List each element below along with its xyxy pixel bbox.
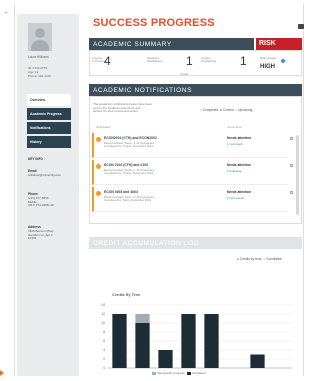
column-header-comments: Comments [227,125,242,129]
warning-icon [96,164,101,169]
avatar [28,23,52,51]
edit-icon[interactable] [290,137,293,140]
stat-value-notifications: 1 [186,54,193,68]
notifications-heading: ACADEMIC NOTIFICATIONS [89,84,302,96]
risk-label: Risk Indicator [260,56,277,60]
notification-details: Recommended: Smith, 2, 16 Completed Compl… [104,168,154,176]
legend-label-in-progress: Attempted/In progress [157,371,185,375]
page-title: SUCCESS PROGRESS [93,17,215,29]
sidebar-item-history[interactable]: History [27,136,71,148]
sidebar-item-academic-progress[interactable]: Academic Progress [27,108,71,120]
academic-summary-panel [89,50,302,76]
contact-phone: Phone (215) 477-8256 Mobile (267) 774-22… [28,192,54,208]
summary-details-link[interactable]: Details [180,72,189,76]
notification-comment-link[interactable]: 2 Comments [227,196,244,200]
notification-title[interactable]: ECON 2102 (CTH) and 2103 [104,163,148,167]
warning-icon [96,137,101,142]
filter-upcoming[interactable]: ○ Upcoming [235,108,252,112]
chart-legend: Attempted/In progress Completed [152,371,205,375]
corner-arrow-icon [0,370,4,376]
risk-value: HIGH [260,64,275,70]
risk-heading: RISK [256,38,302,50]
sidebar-item-notifications[interactable]: Notifications [27,122,71,134]
sidebar-item-overview[interactable]: Overview [27,94,71,106]
info-phone: Phone: 294-1106 [28,74,51,78]
legend-swatch-completed [186,371,191,375]
notification-details: Recommended: Steve, 4, 14 Completed Compl… [104,195,154,203]
legend-swatch-in-progress [152,371,156,375]
stat-value-credits: 1 [240,54,247,68]
notification-title[interactable]: ECON 4003 and 4004 [104,190,138,194]
notifications-scrollbar[interactable] [296,135,299,215]
column-header-notification: Notification [96,125,111,129]
notifications-intro: The academic notifications below have be… [93,102,153,114]
filter-completed[interactable]: ○ Completed [200,108,218,112]
contact-address: Address 3305 Benson Pkwy Hamilton Ln, Ap… [28,225,54,241]
key-info-label: KEY INFO [28,157,43,161]
print-icon[interactable] [298,24,304,29]
notification-details: Recommended: Steve, 4, 12 Completed Compl… [104,141,154,149]
notification-status: Needs attention [227,190,251,194]
edit-icon[interactable] [290,164,293,167]
credit-view-options: ● Credits by term ○ Cumulative [237,257,282,261]
option-cumulative[interactable]: ○ Cumulative [263,257,282,261]
legend-label-completed: Completed [191,371,206,375]
student-info: ID: 0722-0779 Age: 19 Phone: 294-1106 [28,66,51,78]
stat-label-credits: Credits Outstanding [201,56,217,64]
email-link[interactable]: lwilliams@university.edu [28,173,61,177]
stat-label-notifications: Academic Notifications [147,56,163,64]
academic-summary-heading: ACADEMIC SUMMARY [89,38,254,50]
filter-current[interactable]: ● Current [220,108,233,112]
notification-filters: ○ Completed ● Current ○ Upcoming [200,108,252,112]
stat-value-courses: 4 [104,54,111,68]
credit-accumulation-heading: CREDIT ACCUMULATION LOG [89,237,302,249]
option-credits-by-term[interactable]: ● Credits by term [237,257,261,261]
notification-status: Needs attention [227,136,251,140]
warning-icon [96,191,101,196]
risk-indicator-dot [281,59,285,63]
contact-email: Email lwilliams@university.edu [28,169,61,177]
notification-comment-link[interactable]: 1 Followup [227,169,242,173]
notification-title[interactable]: ECON2001 (CTH) and ECON2002 [104,136,157,140]
sidebar: Laura Williams ID: 0722-0779 Age: 19 Pho… [17,14,79,376]
chart-title: Credits By Term [112,292,141,297]
notification-comment-link[interactable]: 1 Comment [227,142,243,146]
notification-status: Needs attention [227,163,251,167]
student-name: Laura Williams [28,55,49,59]
edit-icon[interactable] [290,191,293,194]
corner-mark-icon: ⌐ [5,10,9,16]
